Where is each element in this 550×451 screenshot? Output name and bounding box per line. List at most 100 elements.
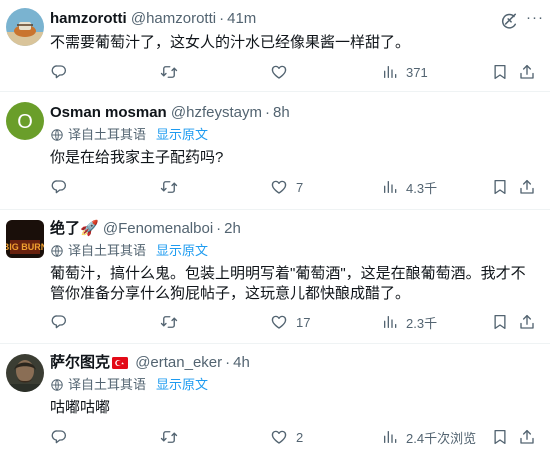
like-button[interactable]: 2 <box>270 427 303 447</box>
avatar[interactable] <box>6 354 44 392</box>
timestamp[interactable]: 8h <box>273 104 290 121</box>
translate-label: 译自土耳其语 <box>68 243 147 258</box>
more-icon[interactable]: ··· <box>526 9 544 26</box>
translate-icon <box>50 128 64 147</box>
views-button[interactable]: 371 <box>382 62 428 82</box>
bookmark-icon <box>491 428 509 446</box>
bookmark-icon <box>491 63 509 81</box>
grok-icon[interactable] <box>499 11 519 31</box>
action-bar: 17 2.3千 <box>0 312 550 332</box>
retweet-button[interactable] <box>160 312 186 332</box>
tweet-text: 不需要葡萄汁了，这女人的汁水已经像果酱一样甜了。 <box>50 34 411 51</box>
reply-button[interactable] <box>50 177 76 197</box>
like-count: 17 <box>296 314 311 330</box>
tweet-card[interactable]: O Osman mosman @hzfeystaym · 8h 译自土耳其语 显示原文… <box>0 92 550 210</box>
bookmark-button[interactable] <box>491 427 509 447</box>
like-icon <box>270 313 288 331</box>
views-icon <box>382 314 398 330</box>
reply-button[interactable] <box>50 62 76 82</box>
like-button[interactable] <box>270 62 296 82</box>
share-icon <box>518 313 536 331</box>
timestamp[interactable]: 2h <box>224 220 241 237</box>
translation-note: 译自土耳其语 显示原文 <box>50 376 208 397</box>
turkey-flag-icon <box>112 355 129 375</box>
separator-dot: · <box>216 220 222 237</box>
bookmark-button[interactable] <box>491 312 509 332</box>
translate-icon <box>50 378 64 397</box>
views-icon <box>382 179 398 195</box>
avatar-letter: O <box>17 111 33 133</box>
tweet-text: 咕嘟咕嘟 <box>50 399 111 416</box>
views-button[interactable]: 4.3千 <box>382 177 437 197</box>
show-original-link[interactable]: 显示原文 <box>156 127 208 142</box>
author-handle[interactable]: @ertan_eker <box>135 354 222 371</box>
translate-label: 译自土耳其语 <box>68 127 147 142</box>
tweet-card[interactable]: BIG BURN 绝了🚀 @Fenomenalboi·2h 译自土耳其语显示原文… <box>0 210 550 344</box>
like-icon <box>270 63 288 81</box>
avatar-image: O <box>6 102 44 140</box>
bookmark-button[interactable] <box>491 177 509 197</box>
share-button[interactable] <box>518 427 536 447</box>
like-button[interactable]: 7 <box>270 177 303 197</box>
avatar[interactable]: O <box>6 102 44 140</box>
retweet-button[interactable] <box>160 177 186 197</box>
show-original-link[interactable]: 显示原文 <box>156 377 208 392</box>
views-button[interactable]: 2.4千次浏览 <box>382 427 476 447</box>
tweet-header: 绝了🚀 @Fenomenalboi · 2h <box>50 219 490 239</box>
views-count: 2.4千次浏览 <box>406 430 477 446</box>
share-icon <box>518 63 536 81</box>
share-button[interactable] <box>518 177 536 197</box>
timestamp[interactable]: 41m <box>227 10 256 27</box>
tweet-text: 葡萄汁，搞什么鬼。包装上明明写着"葡萄酒"，这是在酿葡萄酒。我才不管你准备分享什… <box>50 265 526 302</box>
translate-icon <box>50 244 64 263</box>
author-name[interactable]: hamzorotti <box>50 10 127 27</box>
views-count: 2.3千 <box>406 315 438 331</box>
reply-icon <box>50 178 68 196</box>
retweet-icon <box>160 178 178 196</box>
avatar-image: BIG BURN <box>6 220 44 258</box>
reply-icon <box>50 313 68 331</box>
avatar-image <box>6 8 44 46</box>
reply-icon <box>50 63 68 81</box>
author-name[interactable]: 萨尔图克 <box>50 354 110 371</box>
bookmark-icon <box>491 178 509 196</box>
tweet-header: Osman mosman @hzfeystaym · 8h <box>50 103 490 123</box>
share-button[interactable] <box>518 312 536 332</box>
retweet-icon <box>160 313 178 331</box>
timestamp[interactable]: 4h <box>233 354 250 371</box>
author-handle[interactable]: @Fenomenalboi <box>103 220 213 237</box>
separator-dot: · <box>264 104 270 121</box>
author-handle[interactable]: @hamzorotti <box>131 10 216 27</box>
action-bar: 2 2.4千次浏览 <box>0 427 550 447</box>
avatar-image <box>6 354 44 392</box>
share-button[interactable] <box>518 62 536 82</box>
avatar[interactable]: BIG BURN <box>6 220 44 258</box>
like-button[interactable]: 17 <box>270 312 310 332</box>
reply-button[interactable] <box>50 427 76 447</box>
action-bar: 7 4.3千 <box>0 177 550 197</box>
author-handle[interactable]: @hzfeystaym <box>171 104 262 121</box>
bookmark-icon <box>491 313 509 331</box>
separator-dot: · <box>219 10 225 27</box>
retweet-button[interactable] <box>160 427 186 447</box>
tweet-card[interactable]: hamzorotti @hamzorotti · 41m ··· 不需要葡萄汁了，这… <box>0 0 550 92</box>
views-button[interactable]: 2.3千 <box>382 312 437 332</box>
tweet-card[interactable]: 萨尔图克 @ertan_eker · 4h 译自土耳其语 显示原文 咕嘟咕嘟 2 2.… <box>0 344 550 451</box>
reply-icon <box>50 428 68 446</box>
translation-note: 译自土耳其语 显示原文 <box>50 242 208 263</box>
avatar[interactable] <box>6 8 44 46</box>
tweet-header: hamzorotti @hamzorotti · 41m <box>50 9 490 29</box>
like-count: 2 <box>296 429 304 445</box>
show-original-link[interactable]: 显示原文 <box>156 243 208 258</box>
author-name[interactable]: Osman mosman <box>50 104 167 121</box>
translation-note: 译自土耳其语 显示原文 <box>50 126 208 147</box>
share-icon <box>518 428 536 446</box>
author-name[interactable]: 绝了🚀 <box>50 220 99 237</box>
retweet-button[interactable] <box>160 62 186 82</box>
reply-button[interactable] <box>50 312 76 332</box>
views-count: 4.3千 <box>406 180 438 196</box>
views-count: 371 <box>406 64 428 80</box>
like-icon <box>270 428 288 446</box>
views-icon <box>382 64 398 80</box>
bookmark-button[interactable] <box>491 62 509 82</box>
